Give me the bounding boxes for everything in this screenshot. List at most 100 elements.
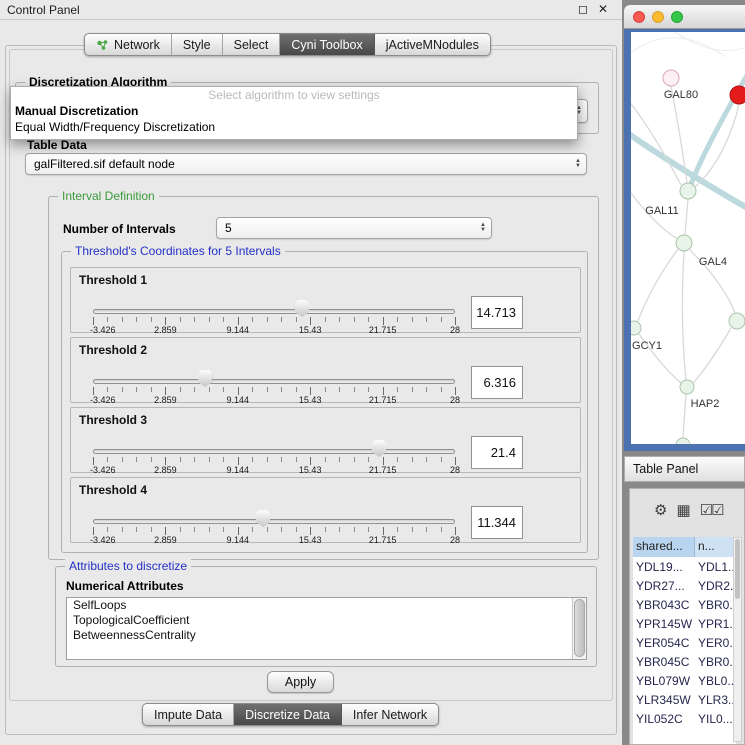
column-header[interactable]: shared...: [633, 537, 695, 557]
slider-track[interactable]: [93, 379, 455, 384]
numerical-attributes-list[interactable]: SelfLoopsTopologicalCoefficientBetweenne…: [66, 597, 587, 660]
tick-mark: [281, 387, 282, 392]
threshold-slider[interactable]: -3.4262.8599.14415.4321.71528: [93, 438, 455, 474]
table-row[interactable]: YER054CYER0...: [633, 633, 736, 652]
slider-thumb[interactable]: [256, 510, 270, 527]
network-node[interactable]: [663, 70, 679, 86]
network-node[interactable]: [680, 380, 694, 394]
network-node[interactable]: [680, 183, 696, 199]
tick-mark: [93, 457, 94, 465]
threshold-label: Threshold 2: [79, 343, 147, 357]
table-row[interactable]: YLR345WYLR3...: [633, 690, 736, 709]
tab-style[interactable]: Style: [172, 34, 223, 55]
threshold-value-field[interactable]: 11.344: [471, 506, 523, 539]
tab-infer-network[interactable]: Infer Network: [342, 704, 438, 725]
tab-network[interactable]: Network: [85, 34, 172, 55]
threshold-value-field[interactable]: 6.316: [471, 366, 523, 399]
network-node[interactable]: [729, 313, 745, 329]
list-scrollbar[interactable]: [572, 598, 586, 659]
column-header[interactable]: n...: [695, 537, 736, 557]
apply-button[interactable]: Apply: [267, 671, 334, 693]
network-edge[interactable]: [685, 199, 688, 235]
threshold-value-field[interactable]: 14.713: [471, 296, 523, 329]
minimize-traffic-light-icon[interactable]: [652, 11, 664, 23]
algorithm-option-equal-width-frequency[interactable]: Equal Width/Frequency Discretization: [11, 119, 577, 135]
tick-mark: [441, 317, 442, 322]
close-window-icon[interactable]: ✕: [598, 2, 608, 16]
tick-mark: [296, 527, 297, 532]
table-row[interactable]: YIL052CYIL0...: [633, 709, 736, 728]
tick-mark: [325, 317, 326, 322]
tick-mark: [252, 457, 253, 462]
bottom-tabbar: Impute DataDiscretize DataInfer Network: [142, 703, 439, 726]
node-label: GAL11: [645, 205, 678, 217]
selection-checkboxes-icon[interactable]: ☑☑: [700, 501, 723, 519]
tick-mark: [93, 317, 94, 325]
network-canvas[interactable]: GAL80GAL11GAL4GCY1HAP2: [631, 32, 745, 444]
tick-mark: [310, 317, 311, 325]
table-row[interactable]: YBR045CYBR0...: [633, 652, 736, 671]
network-graph[interactable]: GAL80GAL11GAL4GCY1HAP2: [631, 32, 745, 444]
tick-mark: [412, 527, 413, 532]
algorithm-option-manual-discretization[interactable]: Manual Discretization: [11, 103, 577, 119]
slider-track[interactable]: [93, 519, 455, 524]
tick-mark: [180, 457, 181, 462]
slider-track[interactable]: [93, 449, 455, 454]
network-edge[interactable]: [682, 251, 686, 380]
tick-mark: [296, 457, 297, 462]
network-edge[interactable]: [638, 249, 678, 321]
table-row[interactable]: YPR145WYPR1...: [633, 614, 736, 633]
number-of-intervals-combo[interactable]: 5 ▲▼: [216, 217, 492, 239]
threshold-slider[interactable]: -3.4262.8599.14415.4321.71528: [93, 298, 455, 334]
threshold-value-field[interactable]: 21.4: [471, 436, 523, 469]
slider-thumb[interactable]: [295, 300, 309, 317]
tick-mark: [122, 457, 123, 462]
slider-track[interactable]: [93, 309, 455, 314]
network-node[interactable]: [676, 235, 692, 251]
network-edge[interactable]: [631, 38, 726, 72]
tab-impute-data[interactable]: Impute Data: [143, 704, 234, 725]
network-edge[interactable]: [693, 328, 731, 383]
network-window-titlebar[interactable]: [624, 5, 745, 29]
tab-select[interactable]: Select: [223, 34, 281, 55]
scale-label: 28: [450, 465, 460, 475]
tick-mark: [412, 387, 413, 392]
table-row[interactable]: YDR27...YDR2...: [633, 576, 736, 595]
table-cell: YBR045C: [633, 655, 695, 669]
network-edge[interactable]: [683, 394, 686, 438]
table-data-combo[interactable]: galFiltered.sif default node ▲▼: [25, 153, 587, 175]
list-scrollbar-thumb[interactable]: [574, 599, 585, 657]
network-node[interactable]: [676, 438, 690, 444]
float-window-icon[interactable]: ◻: [578, 2, 588, 16]
table-columns-icon[interactable]: ▦: [676, 501, 688, 519]
close-traffic-light-icon[interactable]: [633, 11, 645, 23]
threshold-slider[interactable]: -3.4262.8599.14415.4321.71528: [93, 508, 455, 544]
tick-mark: [107, 387, 108, 392]
scale-label: 21.715: [369, 395, 397, 405]
interval-definition-title: Interval Definition: [58, 189, 159, 203]
table-scrollbar[interactable]: [733, 537, 742, 742]
tab-jactivemnodules[interactable]: jActiveMNodules: [375, 34, 490, 55]
attribute-list-item[interactable]: TopologicalCoefficient: [67, 613, 586, 628]
control-panel: Control Panel ◻ ✕ NetworkStyleSelectCyni…: [0, 0, 622, 745]
table-row[interactable]: YBR043CYBR0...: [633, 595, 736, 614]
tab-discretize-data[interactable]: Discretize Data: [234, 704, 342, 725]
table-scrollbar-thumb[interactable]: [735, 539, 740, 599]
threshold-box: Threshold 2 -3.4262.8599.14415.4321.7152…: [70, 337, 581, 403]
threshold-slider[interactable]: -3.4262.8599.14415.4321.71528: [93, 368, 455, 404]
tab-cyni-toolbox[interactable]: Cyni Toolbox: [280, 34, 374, 55]
attribute-list-item[interactable]: SelfLoops: [67, 598, 586, 613]
network-node[interactable]: [730, 86, 745, 104]
zoom-traffic-light-icon[interactable]: [671, 11, 683, 23]
control-panel-titlebar: Control Panel ◻ ✕: [0, 0, 622, 20]
network-edge[interactable]: [661, 32, 745, 51]
settings-gear-icon[interactable]: ⚙: [654, 501, 665, 519]
slider-thumb[interactable]: [198, 370, 212, 387]
scale-label: -3.426: [90, 325, 116, 335]
table-row[interactable]: YDL19...YDL1...: [633, 557, 736, 576]
network-node[interactable]: [631, 321, 641, 335]
table-row[interactable]: YBL079WYBL0...: [633, 671, 736, 690]
slider-thumb[interactable]: [372, 440, 386, 457]
attribute-list-item[interactable]: BetweennessCentrality: [67, 628, 586, 643]
network-edge[interactable]: [695, 105, 739, 187]
